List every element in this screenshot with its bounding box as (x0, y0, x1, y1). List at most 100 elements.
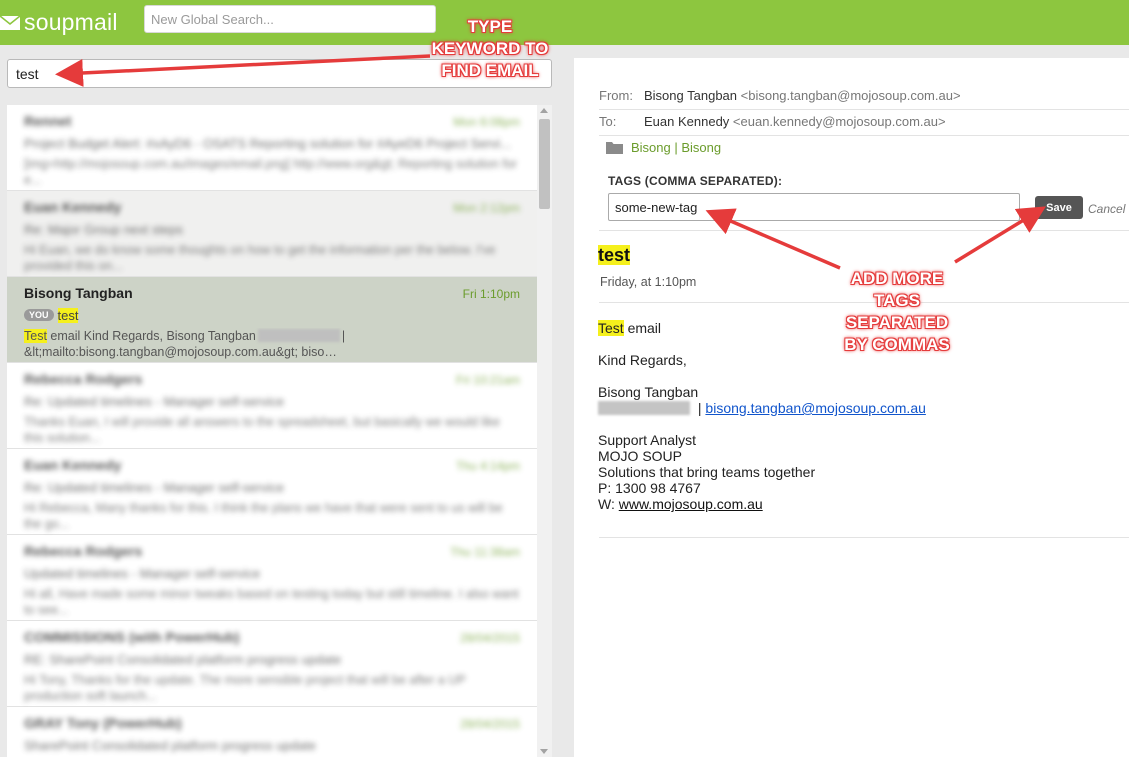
mail-list-item[interactable]: COMMISSIONS (with PowerHub) 28/04/2015 R… (7, 621, 537, 707)
mail-list-scrollbar[interactable] (537, 105, 552, 757)
to-email: <euan.kennedy@mojosoup.com.au> (732, 114, 946, 129)
redacted-phone (598, 401, 690, 415)
mail-sender: GRAY Tony (PowerHub) (24, 715, 182, 731)
annotation-line: FIND EMAIL (441, 61, 539, 80)
mail-sender: Rebecca Rodgers (24, 371, 143, 387)
redacted-phone (257, 329, 340, 342)
mail-sender: Bisong Tangban (24, 285, 133, 301)
scroll-up-arrow-icon[interactable] (540, 108, 548, 113)
tags-input[interactable] (608, 193, 1020, 221)
mail-preview: Hi Tony, Thanks for the update. The more… (24, 673, 466, 703)
folder-row[interactable]: Bisong | Bisong (606, 140, 721, 155)
scroll-thumb[interactable] (539, 119, 550, 209)
mail-list-item[interactable]: Euan Kennedy Mon 2:12pm Re: Major Group … (7, 191, 537, 277)
preview-text: email Kind Regards, Bisong Tangban (46, 329, 256, 343)
folder-icon (606, 142, 623, 154)
you-badge: YOU (24, 309, 54, 321)
mail-date: Thu 4:14pm (455, 459, 520, 473)
message-date: Friday, at 1:10pm (600, 275, 697, 289)
signature-separator: | (694, 400, 706, 416)
signature-name-block: Bisong Tangban | bisong.tangban@mojosoup… (598, 384, 926, 416)
divider (599, 109, 1129, 110)
mail-preview: Hi Rebecca, Many thanks for this. I thin… (24, 501, 503, 531)
mail-subject: Updated timelines - Manager self-service (24, 566, 261, 581)
signature-web-link[interactable]: www.mojosoup.com.au (619, 496, 763, 512)
annotation-line: BY COMMAS (844, 335, 950, 354)
to-label: To: (599, 114, 617, 129)
mail-preview: Hi Euan, we do know some thoughts on how… (24, 243, 496, 273)
mail-sender: Rebecca Rodgers (24, 543, 143, 559)
mail-subject: SharePoint Consolidated platform progres… (24, 738, 316, 753)
signature-company-block: Support Analyst MOJO SOUP Solutions that… (598, 432, 926, 512)
logo-text: soupmail (24, 8, 118, 35)
scroll-down-arrow-icon[interactable] (540, 749, 548, 754)
divider (599, 135, 1129, 136)
to-row: To: Euan Kennedy <euan.kennedy@mojosoup.c… (599, 114, 946, 132)
top-bar: soupmail (0, 0, 1129, 45)
mail-sender: Euan Kennedy (24, 457, 122, 473)
annotation-line: TAGS (874, 291, 920, 310)
mail-date: Mon 6:08pm (453, 115, 520, 129)
from-row: From: Bisong Tangban <bisong.tangban@mojo… (599, 88, 961, 106)
divider (599, 537, 1129, 538)
left-pane: Rennet Mon 6:08pm Project Budget Alert: … (0, 45, 558, 757)
subject-highlight: test (598, 245, 631, 265)
global-search-input[interactable] (144, 5, 436, 33)
mail-list-item[interactable]: Rennet Mon 6:08pm Project Budget Alert: … (7, 105, 537, 191)
message-view: From: Bisong Tangban <bisong.tangban@mojo… (574, 58, 1129, 757)
annotation-add-tags: ADD MORE TAGS SEPARATED BY COMMAS (827, 268, 967, 356)
signature-title: Support Analyst (598, 432, 697, 448)
signature-company: MOJO SOUP (598, 448, 683, 464)
cancel-tags-link[interactable]: Cancel (1088, 202, 1125, 216)
mail-subject: Project Budget Alert: #xAyD6 - OSATS Rep… (24, 136, 512, 151)
mail-date: 28/04/2015 (459, 717, 520, 731)
mail-logo-icon (0, 15, 20, 30)
mail-subject: RE: SharePoint Consolidated platform pro… (24, 652, 342, 667)
from-email: <bisong.tangban@mojosoup.com.au> (740, 88, 961, 103)
mail-subject: Re: Updated timelines - Manager self-ser… (24, 480, 285, 495)
signature-web-label: W: (598, 496, 619, 512)
to-name: Euan Kennedy (644, 114, 730, 129)
folder-name[interactable]: Bisong | Bisong (631, 140, 721, 155)
preview-text-2: &lt;mailto:bisong.tangban@mojosoup.com.a… (24, 345, 337, 359)
mail-list-item[interactable]: Rebecca Rodgers Thu 11:38am Updated time… (7, 535, 537, 621)
mail-preview: Thanks Euan, I will provide all answers … (24, 415, 500, 445)
save-tags-button[interactable]: Save (1035, 196, 1083, 219)
from-label: From: (599, 88, 633, 103)
mail-subject: YOU test (24, 308, 521, 325)
subject-highlight: test (57, 308, 79, 323)
mail-list-item[interactable]: Euan Kennedy Thu 4:14pm Re: Updated time… (7, 449, 537, 535)
signature-email-link[interactable]: bisong.tangban@mojosoup.com.au (705, 400, 925, 416)
mail-sender: Rennet (24, 113, 72, 129)
annotation-line: KEYWORD TO (431, 39, 549, 58)
message-subject: test (598, 245, 631, 266)
mail-date: Mon 2:12pm (453, 201, 520, 215)
mail-preview: [img=http://mojosoup.com.au/images/email… (24, 157, 517, 187)
body-highlight: Test (598, 320, 624, 336)
mail-preview: Hi all, Have made some minor tweaks base… (24, 587, 519, 617)
preview-highlight: Test (24, 329, 47, 343)
mail-subject: Re: Updated timelines - Manager self-ser… (24, 394, 285, 409)
preview-separator: | (341, 329, 346, 343)
signature-phone: P: 1300 98 4767 (598, 480, 701, 496)
mail-sender: Euan Kennedy (24, 199, 122, 215)
mail-list: Rennet Mon 6:08pm Project Budget Alert: … (7, 105, 537, 757)
tags-label: TAGS (COMMA SEPARATED): (608, 174, 783, 188)
mail-date: Fri 10:21am (455, 373, 520, 387)
mail-list-item[interactable]: Rebecca Rodgers Fri 10:21am Re: Updated … (7, 363, 537, 449)
annotation-line: ADD MORE (850, 269, 944, 288)
signature-name: Bisong Tangban (598, 384, 699, 400)
signature-tagline: Solutions that bring teams together (598, 464, 816, 480)
mail-date: 28/04/2015 (459, 631, 520, 645)
mail-sender: COMMISSIONS (with PowerHub) (24, 629, 240, 645)
from-name: Bisong Tangban (644, 88, 738, 103)
mail-subject: Re: Major Group next steps (24, 222, 183, 237)
mail-date: Thu 11:38am (450, 545, 520, 559)
mail-list-item-selected[interactable]: Bisong Tangban Fri 1:10pm YOU test Test e… (7, 277, 537, 363)
logo[interactable]: soupmail (0, 8, 118, 36)
mail-list-item[interactable]: GRAY Tony (PowerHub) 28/04/2015 SharePoi… (7, 707, 537, 757)
body-text: email (623, 320, 662, 336)
annotation-type-keyword: TYPE KEYWORD TO FIND EMAIL (420, 16, 560, 82)
mail-preview: Test email Kind Regards, Bisong Tangban |… (24, 328, 521, 360)
annotation-line: TYPE (467, 17, 513, 36)
